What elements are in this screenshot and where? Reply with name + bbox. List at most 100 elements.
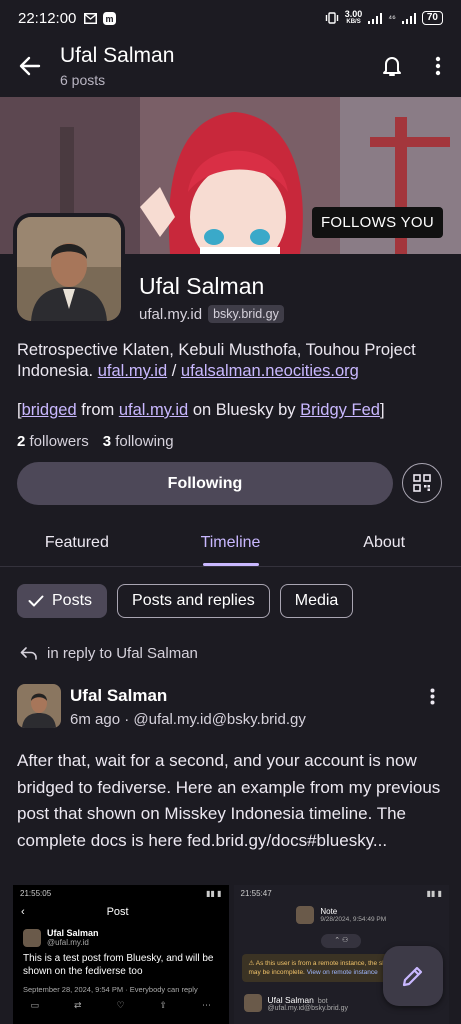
post-meta-separator: · <box>124 711 130 728</box>
back-button[interactable] <box>0 36 60 96</box>
compose-post-button[interactable] <box>383 946 443 1006</box>
follows-you-badge: FOLLOWS YOU <box>311 207 443 238</box>
filter-posts-chip[interactable]: Posts <box>17 584 108 618</box>
avatar-photo <box>17 217 121 321</box>
bio-separator: / <box>171 362 177 380</box>
media1-handle: @ufal.my.id <box>47 938 89 947</box>
media1-title: Post <box>106 906 129 918</box>
media2-warning-link: View on remote instance <box>306 969 378 976</box>
more-vertical-icon <box>430 688 434 704</box>
post-timestamp: 6m ago <box>70 711 121 728</box>
media1-comment-icon: ▭ <box>30 1000 39 1010</box>
network-speed: 3.00 KB/S <box>344 9 363 26</box>
top-app-bar: Ufal Salman 6 posts <box>0 36 461 96</box>
post-author-name[interactable]: Ufal Salman <box>70 686 167 706</box>
followers-stat[interactable]: 2 followers <box>17 433 89 450</box>
qr-code-button[interactable] <box>402 463 442 503</box>
post-author-avatar[interactable] <box>17 684 61 728</box>
bio-link-website[interactable]: ufal.my.id <box>98 362 167 380</box>
svg-text:m: m <box>106 14 114 24</box>
media2-time: 21:55:47 <box>240 889 272 898</box>
media1-status-icons: ▮▮ ▮ <box>206 889 222 898</box>
media2-user: Ufal Salman <box>267 994 314 1005</box>
post-author-handle: @ufal.my.id@bsky.brid.gy <box>133 711 306 728</box>
vibrate-icon <box>325 12 338 24</box>
media2-bot-label: bot <box>317 997 328 1005</box>
bridged-from-text: from <box>81 401 115 419</box>
bell-icon <box>383 57 401 76</box>
media1-user: Ufal Salman <box>47 928 99 938</box>
media1-like-icon: ♡ <box>116 1000 125 1010</box>
media-attachment-1[interactable]: 21:55:05 ▮▮ ▮ ‹ Post Ufal Salman @ufal.my.i… <box>13 885 229 1024</box>
timeline-filters: Posts Posts and replies Media <box>17 584 354 618</box>
followers-label: followers <box>29 433 89 450</box>
media2-note-title: Note <box>320 907 338 916</box>
tab-featured[interactable]: Featured <box>0 520 154 566</box>
media1-share-icon: ⇪ <box>159 1000 168 1010</box>
bridged-notice: [bridged from ufal.my.id on Bluesky by B… <box>17 401 447 420</box>
reply-context-text: in reply to Ufal Salman <box>47 645 198 662</box>
profile-handle-row: ufal.my.id bsky.brid.gy <box>139 305 284 323</box>
media1-more-icon: ⋯ <box>201 1000 211 1010</box>
media2-handle: @ufal.my.id@bsky.brid.gy <box>267 1004 348 1012</box>
filter-posts-and-replies-chip[interactable]: Posts and replies <box>117 584 270 618</box>
bio-link-neocities[interactable]: ufalsalman.neocities.org <box>181 362 359 380</box>
arrow-left-icon <box>19 56 41 76</box>
profile-bio: Retrospective Klaten, Kebuli Musthofa, T… <box>17 340 447 382</box>
bridged-on-text: on Bluesky by <box>192 401 296 419</box>
bridged-bracket-close: ] <box>379 401 385 419</box>
status-bar: 22:12:00 m 3.00 KB/S ⁴⁶ 70 <box>0 0 461 36</box>
media1-visibility: Everybody can reply <box>129 985 198 994</box>
media2-expand-pill: ⌃ ⚇ <box>321 934 362 948</box>
domain-badge: bsky.brid.gy <box>208 305 284 323</box>
media2-user-avatar <box>243 994 262 1012</box>
clock: 22:12:00 <box>18 9 77 27</box>
media1-date: September 28, 2024, 9:54 PM <box>23 985 124 994</box>
tab-about[interactable]: About <box>307 520 461 566</box>
media1-actions: ▭ ⇄ ♡ ⇪ ⋯ <box>13 998 229 1011</box>
header-name: Ufal Salman <box>60 44 175 67</box>
media2-avatar <box>296 906 315 924</box>
filter-media-chip[interactable]: Media <box>279 584 354 618</box>
reply-context[interactable]: in reply to Ufal Salman <box>20 645 198 662</box>
bridged-link[interactable]: bridged <box>22 401 77 419</box>
following-label: following <box>115 433 174 450</box>
profile-stats: 2 followers 3 following <box>17 433 174 450</box>
media1-text: This is a test post from Bluesky, and wi… <box>23 953 214 977</box>
post-body: After that, wait for a second, and your … <box>17 751 441 850</box>
mail-icon <box>84 12 98 24</box>
media1-date-row: September 28, 2024, 9:54 PM · Everybody … <box>23 985 198 994</box>
media1-time: 21:55:05 <box>20 889 52 898</box>
more-vertical-icon <box>435 56 441 76</box>
following-stat[interactable]: 3 following <box>103 433 174 450</box>
pencil-icon <box>402 966 423 987</box>
tab-timeline[interactable]: Timeline <box>154 520 308 566</box>
profile-handle: ufal.my.id <box>139 305 203 323</box>
signal-icon <box>368 12 383 24</box>
media1-avatar <box>23 928 41 947</box>
bridged-source-link[interactable]: ufal.my.id <box>119 401 188 419</box>
media2-status-icons: ▮▮ ▮ <box>426 889 442 898</box>
profile-avatar[interactable] <box>13 213 125 325</box>
followers-count: 2 <box>17 433 26 450</box>
following-button[interactable]: Following <box>17 462 393 505</box>
following-count: 3 <box>102 433 112 450</box>
bridgy-fed-link[interactable]: Bridgy Fed <box>300 401 380 419</box>
qr-code-icon <box>413 474 431 492</box>
post-avatar-photo <box>17 684 61 728</box>
media2-note-date: 9/28/2024, 9:54:49 PM <box>320 916 387 923</box>
overflow-menu-button[interactable] <box>415 36 461 96</box>
post-menu-button[interactable] <box>422 684 442 708</box>
mastodon-icon: m <box>103 11 117 25</box>
header-post-count: 6 posts <box>60 72 106 88</box>
post-meta: 6m ago · @ufal.my.id@bsky.brid.gy <box>70 711 306 728</box>
battery-indicator: 70 <box>421 11 443 25</box>
media1-repost-icon: ⇄ <box>73 1000 82 1010</box>
signal-icon-2 <box>401 12 416 24</box>
check-icon <box>28 595 44 607</box>
reply-icon <box>20 647 37 660</box>
notifications-button[interactable] <box>369 36 415 96</box>
profile-tabs: Featured Timeline About <box>0 520 461 567</box>
filter-posts-label: Posts <box>52 592 93 609</box>
profile-display-name: Ufal Salman <box>139 273 265 299</box>
